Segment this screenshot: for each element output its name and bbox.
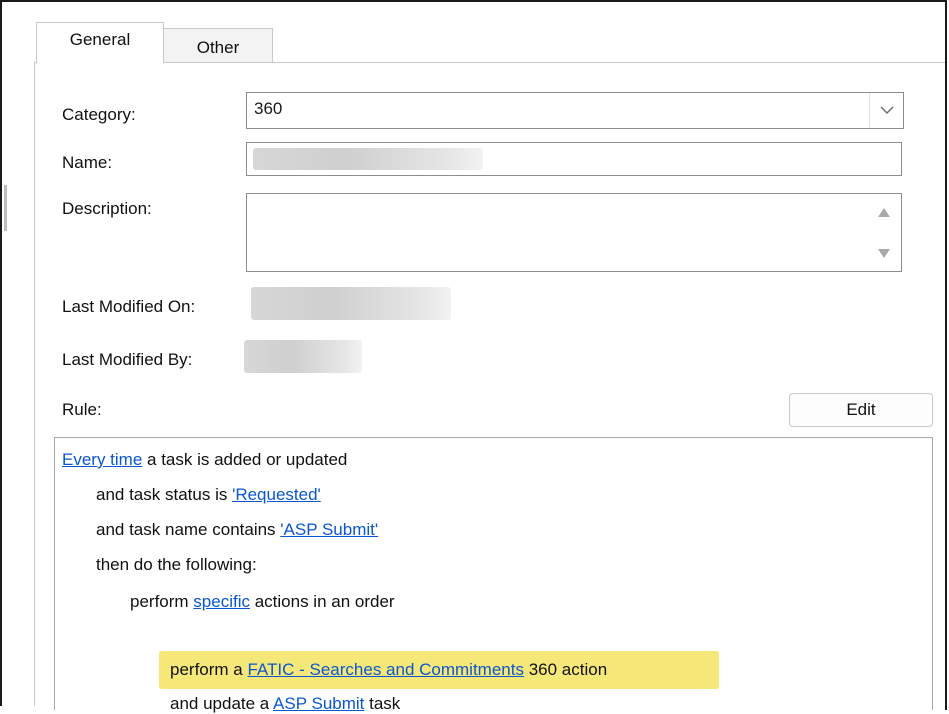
category-dropdown[interactable]: 360 (246, 92, 904, 129)
category-label: Category: (62, 105, 136, 124)
rule-line-6: perform a FATIC - Searches and Commitmen… (170, 660, 608, 679)
redacted-last-modified-by-value (244, 340, 362, 373)
rule-link-fatic-searches-commitments[interactable]: FATIC - Searches and Commitments (247, 660, 524, 679)
rule-line-3: and task name contains 'ASP Submit' (96, 520, 379, 539)
tab-other[interactable]: Other (163, 28, 273, 63)
scroll-up-arrow-icon[interactable] (878, 208, 890, 217)
chevron-down-icon[interactable] (869, 93, 903, 128)
last-modified-on-label: Last Modified On: (62, 297, 196, 316)
rule-link-specific[interactable]: specific (193, 592, 250, 611)
rule-line-4: then do the following: (96, 555, 257, 574)
category-value: 360 (254, 99, 283, 118)
name-label: Name: (62, 153, 113, 172)
rule-link-asp-submit-task[interactable]: ASP Submit (273, 694, 364, 713)
last-modified-by-label: Last Modified By: (62, 350, 193, 369)
description-label: Description: (62, 199, 152, 218)
rule-line-2: and task status is 'Requested' (96, 485, 321, 504)
rule-link-requested[interactable]: 'Requested' (232, 485, 321, 504)
edit-button[interactable]: Edit (789, 393, 933, 427)
redacted-last-modified-on-value (251, 287, 451, 320)
window-frame-right-edge (945, 0, 947, 710)
rule-line-1: Every time a task is added or updated (62, 450, 348, 469)
redacted-name-value (253, 148, 483, 170)
rule-label: Rule: (62, 400, 102, 419)
rule-line-7: and update a ASP Submit task (170, 694, 401, 713)
scroll-down-arrow-icon[interactable] (878, 249, 890, 258)
rule-link-every-time[interactable]: Every time (62, 450, 142, 469)
left-edge-marker (4, 185, 7, 231)
tab-general[interactable]: General (36, 22, 164, 64)
panel-left-border (34, 62, 35, 706)
description-textarea[interactable] (246, 193, 902, 272)
rule-link-asp-submit-name[interactable]: 'ASP Submit' (280, 520, 378, 539)
rule-line-5: perform specific actions in an order (130, 592, 395, 611)
name-input[interactable] (246, 142, 902, 176)
